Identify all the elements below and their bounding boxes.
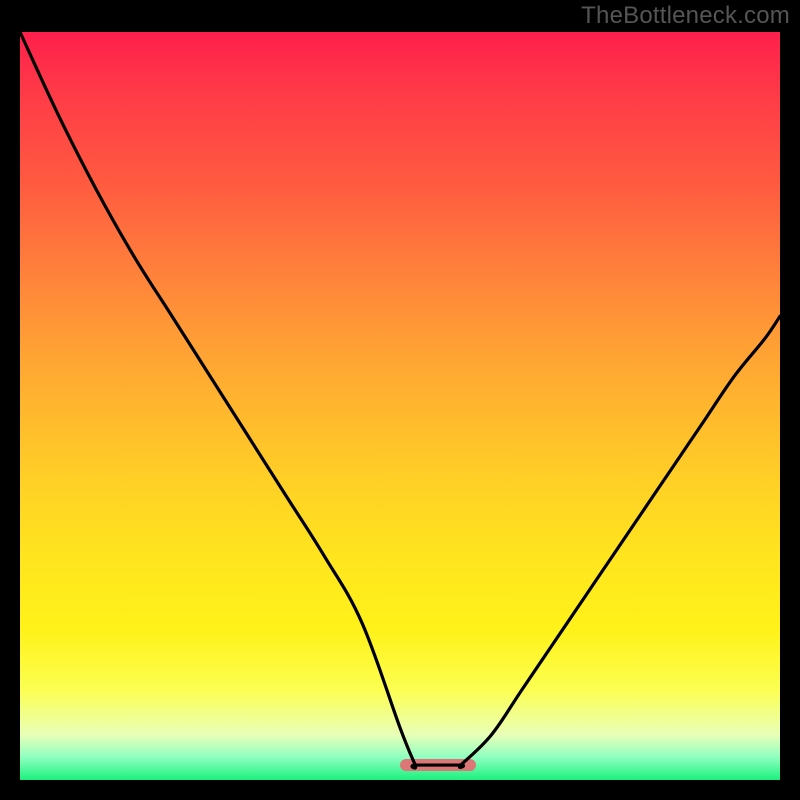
curve-svg <box>20 32 780 780</box>
plot-frame <box>20 32 780 780</box>
bottleneck-curve <box>20 32 780 768</box>
chart-stage: TheBottleneck.com <box>0 0 800 800</box>
watermark-text: TheBottleneck.com <box>581 2 790 30</box>
